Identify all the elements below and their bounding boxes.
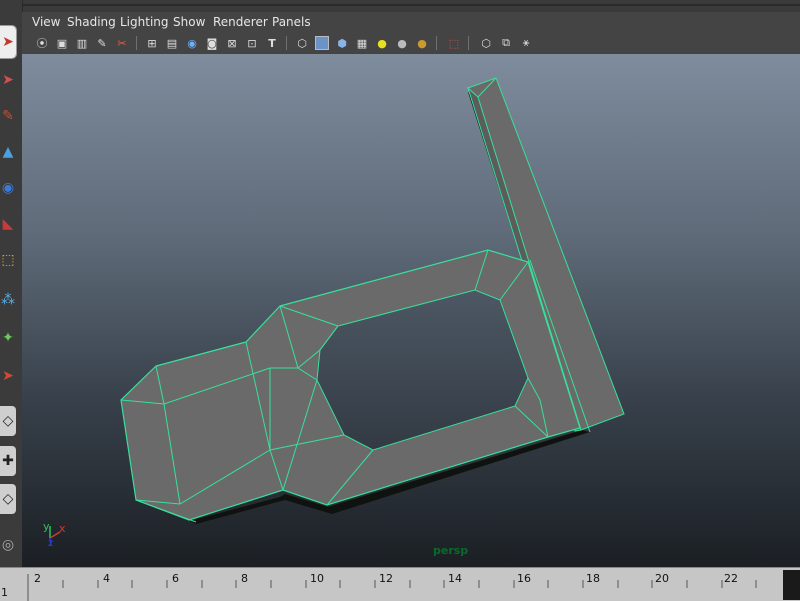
current-frame-label: 1 [1, 586, 8, 599]
smooth-shade-icon[interactable] [314, 35, 330, 51]
wireframe-icon[interactable]: ⬡ [294, 35, 310, 51]
field-chart-icon[interactable]: ⊠ [224, 35, 240, 51]
select-tool-icon[interactable]: ➤ [0, 25, 17, 59]
tick-label: 14 [448, 572, 462, 585]
time-slider[interactable]: 2 4 6 8 10 12 14 16 18 20 22 1 [0, 567, 800, 601]
2d-pan-zoom-icon[interactable]: ✂ [114, 35, 130, 51]
bounding-box-icon[interactable]: ⬢ [334, 35, 350, 51]
tick-label: 18 [586, 572, 600, 585]
toolbar-separator [286, 36, 287, 50]
menu-shading[interactable]: Shading [67, 15, 116, 29]
tick-label: 12 [379, 572, 393, 585]
axis-z-label: z [48, 538, 54, 549]
tick-label: 6 [172, 572, 179, 585]
default-quality-icon[interactable]: ⧉ [498, 35, 514, 51]
isolate-select-icon[interactable]: ⬡ [478, 35, 494, 51]
tick-label: 10 [310, 572, 324, 585]
tick-label: 20 [655, 572, 669, 585]
panel-menu-bar: View Shading Lighting Show Renderer Pane… [22, 12, 800, 32]
select-camera-icon[interactable]: ⦿ [34, 35, 50, 51]
tick-label: 22 [724, 572, 738, 585]
toolbar-separator [468, 36, 469, 50]
toolbar-separator [136, 36, 137, 50]
safe-title-icon[interactable]: T [264, 35, 280, 51]
scale-tool-icon[interactable]: ◣ [0, 208, 16, 240]
last-tool-icon[interactable]: ➤ [0, 360, 16, 392]
paint-select-tool-icon[interactable]: ✎ [0, 100, 16, 132]
tick-label: 2 [34, 572, 41, 585]
safe-action-icon[interactable]: ⊡ [244, 35, 260, 51]
textured-icon[interactable]: ▦ [354, 35, 370, 51]
bookmark-icon[interactable]: ▥ [74, 35, 90, 51]
top-strip [0, 0, 800, 12]
image-plane-icon[interactable]: ✎ [94, 35, 110, 51]
move-tool-icon[interactable]: ▲ [0, 136, 16, 168]
resolution-gate-icon[interactable]: ◉ [184, 35, 200, 51]
axis-y-label: y [43, 520, 50, 533]
four-view-layout-icon[interactable]: ✚ [0, 446, 16, 476]
menu-renderer[interactable]: Renderer [213, 15, 268, 29]
show-manipulator-icon[interactable]: ✦ [0, 322, 16, 354]
use-all-lights-icon[interactable]: ● [374, 35, 390, 51]
gate-mask-icon[interactable]: ◙ [204, 35, 220, 51]
minor-ticks [27, 574, 792, 601]
mesh-canvas [49, 77, 625, 547]
outliner-layout-icon[interactable]: ◎ [0, 530, 16, 560]
current-frame-marker[interactable] [783, 570, 800, 600]
tick-label: 16 [517, 572, 531, 585]
menu-view[interactable]: View [32, 15, 60, 29]
menu-panels[interactable]: Panels [272, 15, 311, 29]
panel-toolbar: ⦿ ▣ ▥ ✎ ✂ ⊞ ▤ ◉ ◙ ⊠ ⊡ T ⬡ ⬢ ▦ ● ● ● ⬚ ⬡ … [22, 32, 800, 54]
single-perspective-layout-icon[interactable]: ◇ [0, 406, 16, 436]
rotate-tool-icon[interactable]: ◉ [0, 172, 16, 204]
toolbox: ➤ ➤ ✎ ▲ ◉ ◣ ⬚ ⁂ ✦ ➤ ◇ ✚ ◇ ◎ [0, 0, 23, 570]
lasso-tool-icon[interactable]: ➤ [0, 64, 16, 96]
film-gate-icon[interactable]: ▤ [164, 35, 180, 51]
persp-outliner-layout-icon[interactable]: ◇ [0, 484, 16, 514]
camera-name-label: persp [433, 544, 469, 557]
perspective-viewport[interactable]: y x z persp [22, 54, 800, 567]
screen-space-ao-icon[interactable]: ● [414, 35, 430, 51]
shadows-icon[interactable]: ● [394, 35, 410, 51]
top-divider [22, 4, 800, 6]
universal-manipulator-icon[interactable]: ⬚ [0, 244, 16, 276]
tick-label: 4 [103, 572, 110, 585]
xray-icon[interactable]: ⬚ [446, 35, 462, 51]
soft-modification-icon[interactable]: ⁂ [0, 284, 16, 316]
hud-icon[interactable]: ⚹ [518, 35, 534, 51]
menu-show[interactable]: Show [173, 15, 205, 29]
time-slider-ticks [27, 574, 792, 601]
camera-attributes-icon[interactable]: ▣ [54, 35, 70, 51]
grid-icon[interactable]: ⊞ [144, 35, 160, 51]
toolbar-separator [436, 36, 437, 50]
tick-label: 8 [241, 572, 248, 585]
menu-lighting[interactable]: Lighting [120, 15, 169, 29]
axis-x-label: x [59, 522, 66, 535]
